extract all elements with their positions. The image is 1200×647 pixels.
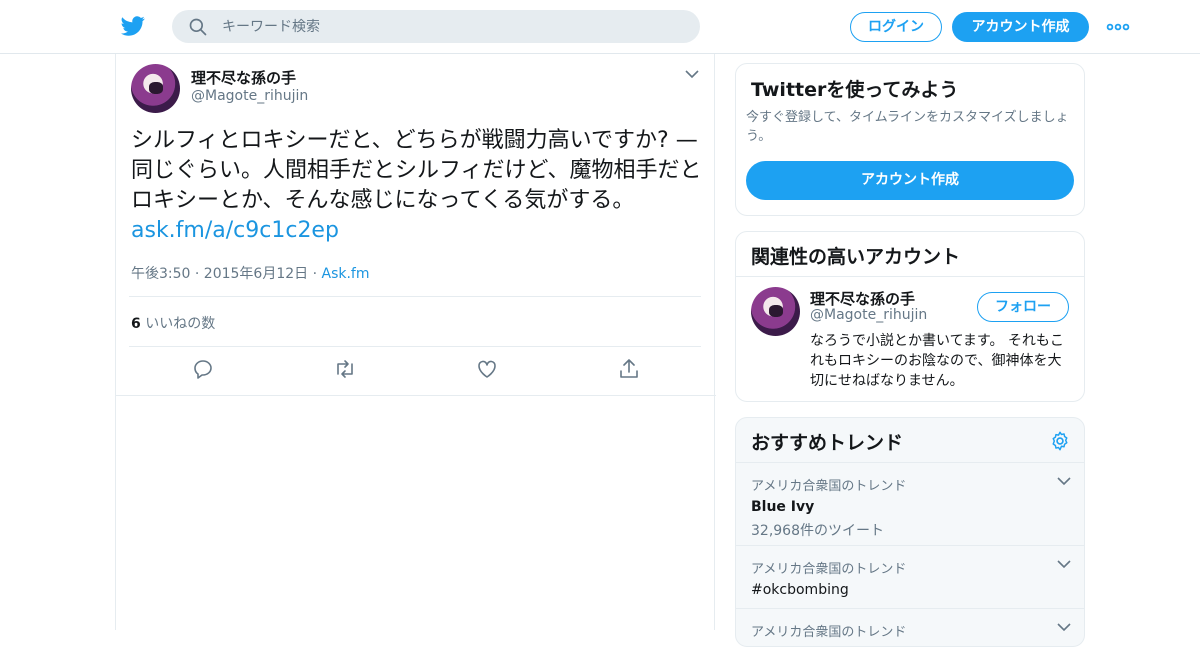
signup-card: Twitterを使ってみよう 今すぐ登録して、タイムラインをカスタマイズしましょ… xyxy=(735,63,1085,216)
reply-icon[interactable] xyxy=(191,357,215,381)
trends-card: おすすめトレンド アメリカ合衆国のトレンド Blue Ivy 32,968件のツ… xyxy=(735,417,1085,647)
tweet-timestamp[interactable]: 午後3:50 · 2015年6月12日 xyxy=(131,266,308,282)
chevron-down-icon[interactable] xyxy=(1057,560,1071,569)
trend-count: 32,968件のツイート xyxy=(751,523,884,539)
avatar[interactable] xyxy=(751,287,800,336)
trend-item[interactable]: アメリカ合衆国のトレンド #okcbombing xyxy=(751,558,1071,598)
divider xyxy=(736,545,1084,546)
more-options-icon[interactable] xyxy=(1106,20,1130,34)
tweet-source[interactable]: Ask.fm xyxy=(322,266,370,282)
top-bar: ログイン アカウント作成 xyxy=(0,0,1200,54)
related-card-title: 関連性の高いアカウント xyxy=(751,246,961,268)
related-account-bio: なろうで小説とか書いてます。 それもこれもロキシーのお陰なので、御神体を大切にせ… xyxy=(810,333,1064,389)
share-icon[interactable] xyxy=(617,357,641,381)
like-icon[interactable] xyxy=(475,357,499,381)
signup-button[interactable]: アカウント作成 xyxy=(952,12,1089,42)
search-bar[interactable] xyxy=(172,10,700,43)
related-accounts-card: 関連性の高いアカウント 理不尽な孫の手 @Magote_rihujin フォロー… xyxy=(735,231,1085,402)
search-icon xyxy=(189,18,207,36)
meta-separator: · xyxy=(312,266,318,282)
related-account-name[interactable]: 理不尽な孫の手 xyxy=(810,288,915,309)
trend-name: Blue Ivy xyxy=(751,499,815,515)
chevron-down-icon[interactable] xyxy=(1057,623,1071,632)
trend-item[interactable]: アメリカ合衆国のトレンド xyxy=(751,621,1071,640)
tweet-actions xyxy=(116,357,716,387)
trend-item[interactable]: アメリカ合衆国のトレンド Blue Ivy 32,968件のツイート xyxy=(751,475,1071,540)
tweet-author-name[interactable]: 理不尽な孫の手 xyxy=(191,67,296,88)
retweet-icon[interactable] xyxy=(333,357,357,381)
divider xyxy=(736,462,1084,463)
chevron-down-icon[interactable] xyxy=(1057,477,1071,486)
divider xyxy=(129,346,701,347)
divider xyxy=(736,608,1084,609)
trend-name: #okcbombing xyxy=(751,582,849,598)
twitter-logo-icon[interactable] xyxy=(120,14,146,38)
tweet-text: シルフィとロキシーだと、どちらが戦闘力高いですか? — 同じぐらい。人間相手だと… xyxy=(131,126,706,246)
signup-card-title: Twitterを使ってみよう xyxy=(751,79,959,101)
trends-card-title: おすすめトレンド xyxy=(751,432,904,454)
signup-card-button[interactable]: アカウント作成 xyxy=(746,161,1074,200)
chevron-down-icon[interactable] xyxy=(684,69,700,79)
divider xyxy=(736,276,1084,277)
gear-icon[interactable] xyxy=(1049,430,1071,452)
tweet-link[interactable]: ask.fm/a/c9c1c2ep xyxy=(131,218,339,243)
signup-card-description: 今すぐ登録して、タイムラインをカスタマイズしましょう。 xyxy=(746,110,1069,144)
like-stats[interactable]: 6 いいねの数 xyxy=(131,313,215,333)
tweet-detail: 理不尽な孫の手 @Magote_rihujin シルフィとロキシーだと、どちらが… xyxy=(115,54,716,630)
divider xyxy=(116,395,716,396)
follow-button[interactable]: フォロー xyxy=(977,292,1069,322)
search-input[interactable] xyxy=(222,10,682,43)
avatar[interactable] xyxy=(131,64,180,113)
trend-context: アメリカ合衆国のトレンド xyxy=(751,625,907,640)
like-count: 6 xyxy=(131,316,141,332)
tweet-body: シルフィとロキシーだと、どちらが戦闘力高いですか? — 同じぐらい。人間相手だと… xyxy=(131,128,702,213)
like-label: いいねの数 xyxy=(145,316,216,332)
trend-context: アメリカ合衆国のトレンド xyxy=(751,479,907,494)
trend-context: アメリカ合衆国のトレンド xyxy=(751,562,907,577)
login-button[interactable]: ログイン xyxy=(850,12,942,42)
divider xyxy=(129,296,701,297)
tweet-author-handle[interactable]: @Magote_rihujin xyxy=(191,88,308,104)
related-account-handle[interactable]: @Magote_rihujin xyxy=(810,307,927,323)
tweet-meta: 午後3:50 · 2015年6月12日 · Ask.fm xyxy=(131,263,370,283)
